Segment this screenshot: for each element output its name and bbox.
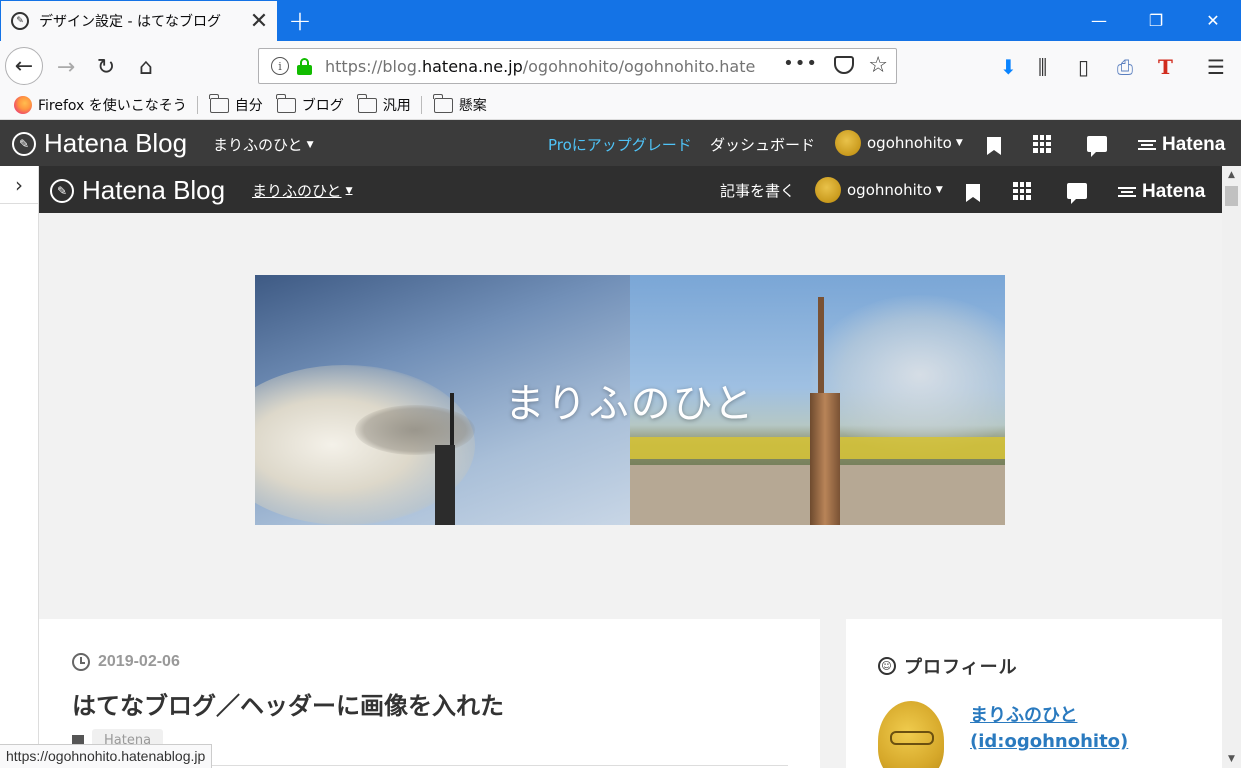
tab-active[interactable]: ✎ デザイン設定 - はてなブログ ✕	[1, 1, 277, 41]
preview-hatena-bar: ✎ Hatena Blog まりふのひと ▼ 記事を書く ogohnohito ▼ H…	[39, 166, 1222, 213]
site-info-icon[interactable]: i	[271, 57, 289, 75]
avatar	[835, 130, 861, 156]
caret-down-icon: ▼	[345, 185, 353, 196]
scroll-thumb[interactable]	[1225, 186, 1238, 206]
hatena-blog-logo-preview[interactable]: ✎ Hatena Blog	[50, 175, 225, 206]
hatena-favicon-icon: ✎	[11, 12, 29, 30]
pocket-icon[interactable]	[834, 56, 854, 74]
arrow-left-icon: ←	[14, 53, 34, 79]
back-button[interactable]: ←	[5, 47, 43, 85]
smile-icon: ☺	[878, 657, 896, 675]
home-button[interactable]: ⌂	[128, 49, 164, 85]
blog-menu[interactable]: まりふのひと ▼	[213, 134, 313, 155]
bookmark-folder-self[interactable]: 自分	[209, 93, 263, 115]
profile-avatar[interactable]	[878, 701, 944, 768]
folder-icon	[209, 93, 229, 113]
minimize-button[interactable]: —	[1071, 0, 1127, 41]
folder-icon	[433, 93, 453, 113]
folder-icon	[357, 93, 377, 113]
pen-nib-icon: ✎	[12, 131, 36, 156]
page-viewport: ✎ Hatena Blog まりふのひと ▼ Proにアップグレード ダッシュボード…	[0, 120, 1241, 768]
profile-module: ☺ プロフィール まりふのひと (id:ogohnohito)	[846, 619, 1222, 768]
blog-title[interactable]: まりふのひと	[255, 275, 1005, 525]
pen-nib-icon: ✎	[50, 178, 74, 203]
blog-header-image[interactable]: まりふのひと	[255, 275, 1005, 525]
bookmark-folder-blog[interactable]: ブログ	[276, 93, 344, 115]
bookmark-folder-general[interactable]: 汎用	[357, 93, 411, 115]
bookmark-firefox[interactable]: Firefox を使いこなそう	[14, 95, 187, 115]
bookmark-separator	[196, 96, 198, 114]
arrow-right-icon: →	[56, 54, 76, 80]
print-icon[interactable]: ⎙	[1117, 55, 1133, 79]
home-icon: ⌂	[139, 54, 153, 80]
notifications-icon[interactable]	[1067, 183, 1087, 204]
reload-button[interactable]: ↻	[88, 49, 124, 85]
sidebar-toggle-button[interactable]: ›	[0, 166, 38, 204]
page-scrollbar[interactable]: ▲ ▼	[1222, 166, 1241, 768]
caret-down-icon: ▼	[955, 138, 963, 148]
pro-upgrade-link[interactable]: Proにアップグレード	[548, 134, 692, 155]
chevron-right-icon: ›	[15, 172, 23, 197]
design-sidebar: ›	[0, 166, 39, 768]
profile-name-link[interactable]: まりふのひと	[970, 701, 1077, 727]
new-tab-button[interactable]: +	[285, 4, 315, 37]
menu-icon[interactable]: ☰	[1207, 55, 1225, 79]
url-text[interactable]: https://blog.hatena.ne.jp/ogohnohito/ogo…	[325, 57, 755, 76]
profile-id-link[interactable]: (id:ogohnohito)	[970, 731, 1128, 752]
bookmark-icon[interactable]	[966, 184, 980, 202]
hatena-logo[interactable]: Hatena	[1118, 181, 1205, 203]
library-icon[interactable]: ⫼	[1038, 55, 1047, 79]
close-window-button[interactable]: ✕	[1185, 0, 1241, 41]
user-menu[interactable]: ogohnohito ▼	[835, 130, 963, 156]
downloads-icon[interactable]: ⬇	[1000, 55, 1017, 79]
user-menu-preview[interactable]: ogohnohito ▼	[815, 177, 943, 203]
caret-down-icon: ▼	[935, 185, 943, 195]
hatena-logo[interactable]: Hatena	[1138, 134, 1225, 156]
address-bar[interactable]: i https://blog.hatena.ne.jp/ogohnohito/o…	[258, 48, 897, 84]
bookmark-icon[interactable]	[987, 137, 1001, 155]
hatena-admin-bar: ✎ Hatena Blog まりふのひと ▼ Proにアップグレード ダッシュボード…	[0, 120, 1241, 166]
sidebar-icon[interactable]: ▯	[1078, 55, 1089, 79]
scroll-up-icon[interactable]: ▲	[1222, 166, 1241, 184]
article-title[interactable]: はてなブログ／ヘッダーに画像を入れた	[72, 686, 504, 721]
bookmarks-toolbar: Firefox を使いこなそう 自分 ブログ 汎用 懸案	[0, 91, 1241, 120]
bookmark-separator	[420, 96, 422, 114]
forward-button[interactable]: →	[48, 49, 84, 85]
firefox-icon	[14, 96, 32, 114]
hatena-blog-logo[interactable]: ✎ Hatena Blog	[12, 128, 187, 159]
apps-grid-icon[interactable]	[1033, 135, 1051, 153]
avatar	[815, 177, 841, 203]
profile-heading: ☺ プロフィール	[878, 653, 1018, 679]
clock-icon	[72, 653, 90, 671]
tab-close-icon[interactable]: ✕	[247, 9, 271, 34]
lock-icon	[297, 58, 312, 75]
tab-title: デザイン設定 - はてなブログ	[39, 14, 221, 30]
navigation-toolbar: ← → ↻ ⌂ i https://blog.hatena.ne.jp/ogoh…	[0, 41, 1241, 91]
reload-icon: ↻	[96, 54, 116, 80]
bookmark-star-icon[interactable]: ☆	[868, 53, 888, 78]
article-date[interactable]: 2019-02-06	[72, 653, 180, 671]
write-post-link[interactable]: 記事を書く	[720, 180, 795, 201]
apps-grid-icon[interactable]	[1013, 182, 1031, 200]
notifications-icon[interactable]	[1087, 136, 1107, 157]
status-url: https://ogohnohito.hatenablog.jp	[0, 744, 213, 768]
folder-icon	[276, 93, 296, 113]
bookmark-folder-pending[interactable]: 懸案	[433, 93, 487, 115]
blog-menu-preview[interactable]: まりふのひと ▼	[252, 180, 352, 201]
extension-t-icon[interactable]: T	[1158, 55, 1173, 79]
scroll-down-icon[interactable]: ▼	[1222, 750, 1241, 768]
restore-button[interactable]: ❐	[1128, 0, 1184, 41]
page-actions-icon[interactable]: •••	[783, 53, 818, 74]
tab-strip: ✎ デザイン設定 - はてなブログ ✕ + — ❐ ✕	[0, 0, 1241, 41]
dashboard-link[interactable]: ダッシュボード	[710, 134, 815, 155]
caret-down-icon: ▼	[306, 139, 314, 150]
